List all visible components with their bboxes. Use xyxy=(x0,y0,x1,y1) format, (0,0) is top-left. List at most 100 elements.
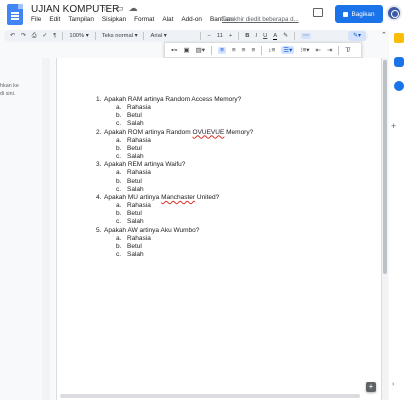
menu-item-alat[interactable]: Alat xyxy=(162,16,173,23)
document-page[interactable]: 1. Apakah RAM artinya Random Access Memor… xyxy=(56,58,382,400)
question-text: Apakah ROM artinya Random OVUEVUE Memory… xyxy=(104,129,253,137)
decrease-indent-icon[interactable]: ⇤ xyxy=(316,46,321,54)
checklist-icon[interactable]: ☰▾ xyxy=(281,46,295,54)
option-text: Salah xyxy=(127,120,144,128)
text-color-icon[interactable]: A xyxy=(273,33,278,40)
increase-indent-icon[interactable]: ⇥ xyxy=(327,46,332,54)
explore-icon[interactable]: + xyxy=(366,382,376,392)
divider xyxy=(238,32,240,40)
redo-icon[interactable]: ↷ xyxy=(21,33,26,39)
answer-option: a. Rahasia xyxy=(96,104,253,112)
option-letter: a. xyxy=(116,104,122,112)
answer-option: b. Betul xyxy=(96,145,253,153)
font-value: Arial xyxy=(150,33,163,39)
outline-hint: hkan ke di sini. xyxy=(0,82,19,98)
expand-panel-icon[interactable]: › xyxy=(392,381,394,388)
answer-option: b. Betul xyxy=(96,243,253,251)
question-number: 2. xyxy=(96,128,102,136)
font-size-increase-icon[interactable]: + xyxy=(229,33,232,39)
answer-option: c. Salah xyxy=(96,186,253,194)
question-text-part: United? xyxy=(195,193,220,201)
document-body[interactable]: 1. Apakah RAM artinya Random Access Memor… xyxy=(96,96,253,259)
lock-icon xyxy=(343,11,349,17)
question-item: 4. Apakah MU artinya Manchaster United? xyxy=(96,194,253,202)
insert-image-icon[interactable]: ▨▾ xyxy=(196,46,205,54)
last-edit-link[interactable]: Terakhir diedit beberapa d... xyxy=(222,16,299,23)
option-letter: c. xyxy=(116,185,122,193)
answer-option: a. Rahasia xyxy=(96,169,253,177)
collapse-menus-icon[interactable]: ⌃ xyxy=(381,31,387,39)
divider xyxy=(261,45,263,55)
vertical-scrollbar[interactable] xyxy=(382,58,388,400)
move-folder-icon[interactable]: ▭ xyxy=(115,3,124,14)
align-justify-icon[interactable]: ≡ xyxy=(251,47,255,54)
divider xyxy=(200,32,202,40)
editing-mode-icon[interactable]: ✎▾ xyxy=(348,31,366,41)
docs-logo-icon[interactable] xyxy=(7,4,23,25)
align-left-icon[interactable]: ≡ xyxy=(218,46,226,54)
cloud-status-icon[interactable]: ☁ xyxy=(129,3,138,14)
undo-icon[interactable]: ↶ xyxy=(10,33,15,39)
add-comment-icon[interactable]: ▣ xyxy=(184,46,190,54)
tasks-icon[interactable] xyxy=(394,57,404,67)
menu-item-file[interactable]: File xyxy=(31,16,41,23)
align-center-icon[interactable]: ≡ xyxy=(232,47,236,54)
link-icon[interactable]: ⊷ xyxy=(171,46,178,54)
menu-item-sisipkan[interactable]: Sisipkan xyxy=(102,16,126,23)
divider xyxy=(143,32,145,40)
print-icon[interactable]: ⎙ xyxy=(32,33,37,40)
question-item: 3. Apakah REM artinya Waifu? xyxy=(96,161,253,169)
align-right-icon[interactable]: ≡ xyxy=(242,47,246,54)
star-icon[interactable]: ☆ xyxy=(102,3,110,14)
font-size-decrease-icon[interactable]: − xyxy=(207,33,210,39)
option-letter: c. xyxy=(116,153,122,161)
option-text: Betul xyxy=(127,210,142,218)
option-text: Rahasia xyxy=(127,104,151,112)
add-addon-icon[interactable]: + xyxy=(391,121,396,131)
share-button[interactable]: Bagikan xyxy=(335,5,383,23)
menu-item-format[interactable]: Format xyxy=(134,16,154,23)
option-letter: a. xyxy=(116,136,122,144)
divider xyxy=(338,45,340,55)
account-avatar[interactable] xyxy=(386,5,402,21)
clear-formatting-icon[interactable]: T̸ xyxy=(345,47,349,54)
menu-item-edit[interactable]: Edit xyxy=(49,16,60,23)
style-select[interactable]: Teks normal ▾ xyxy=(102,33,138,39)
answer-option: c. Salah xyxy=(96,251,253,259)
menu-item-tampilan[interactable]: Tampilan xyxy=(68,16,94,23)
keep-icon[interactable] xyxy=(394,33,404,43)
style-value: Teks normal xyxy=(101,33,133,39)
question-text: Apakah MU artinya Manchaster United? xyxy=(104,194,219,202)
question-text-part: Apakah MU artinya xyxy=(104,193,162,201)
horizontal-scrollbar[interactable] xyxy=(60,394,360,398)
bold-icon[interactable]: B xyxy=(245,33,249,39)
comment-history-icon[interactable] xyxy=(313,8,323,17)
misspelled-word: OVUEVUE xyxy=(192,128,225,136)
line-spacing-icon[interactable]: ↕≡ xyxy=(268,47,275,54)
option-text: Betul xyxy=(127,242,142,250)
option-text: Rahasia xyxy=(127,202,151,210)
divider xyxy=(211,45,213,55)
paint-format-icon[interactable]: ¶ xyxy=(53,33,56,39)
bulleted-list-icon[interactable]: ⁝≡▾ xyxy=(300,46,309,54)
question-item: 1. Apakah RAM artinya Random Access Memor… xyxy=(96,96,253,104)
question-number: 5. xyxy=(96,226,102,234)
question-text: Apakah REM artinya Waifu? xyxy=(104,161,186,169)
answer-option: b. Betul xyxy=(96,210,253,218)
menu-item-add-on[interactable]: Add-on xyxy=(181,16,202,23)
option-letter: b. xyxy=(116,112,122,120)
underline-icon[interactable]: U xyxy=(263,33,267,39)
font-size-input[interactable]: 11 xyxy=(217,33,223,39)
zoom-select[interactable]: 100% ▾ xyxy=(69,33,88,39)
option-text: Rahasia xyxy=(127,136,151,144)
italic-icon[interactable]: I xyxy=(255,33,257,39)
scroll-thumb[interactable] xyxy=(383,60,387,274)
answer-option: a. Rahasia xyxy=(96,137,253,145)
spellcheck-icon[interactable]: ✓ xyxy=(42,33,47,39)
answer-option: c. Salah xyxy=(96,153,253,161)
answer-option: b. Betul xyxy=(96,112,253,120)
highlight-icon[interactable]: ✎ xyxy=(283,33,288,39)
more-options-icon[interactable]: ⋯ xyxy=(301,33,311,39)
calendar-check-icon[interactable] xyxy=(394,81,404,91)
font-select[interactable]: Arial ▾ xyxy=(150,33,194,39)
